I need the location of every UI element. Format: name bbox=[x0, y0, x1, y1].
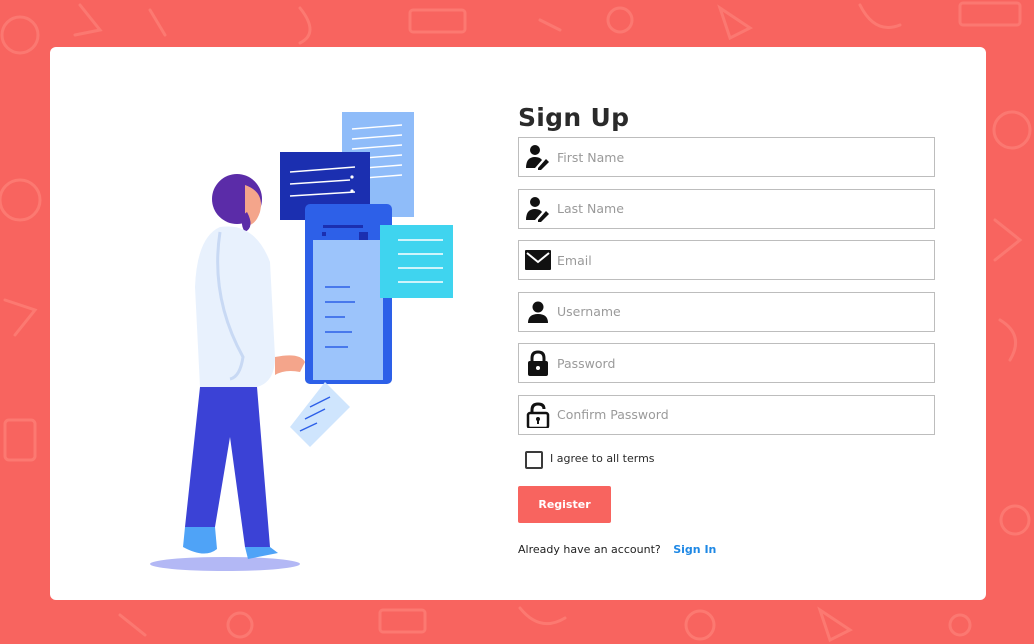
signin-row: Already have an account? Sign In bbox=[518, 543, 716, 556]
lock-icon bbox=[528, 350, 548, 376]
password-field bbox=[518, 343, 935, 383]
terms-label: I agree to all terms bbox=[550, 452, 655, 465]
email-field bbox=[518, 240, 935, 280]
signin-link[interactable]: Sign In bbox=[673, 543, 716, 556]
register-button[interactable]: Register bbox=[518, 486, 611, 523]
password-input[interactable] bbox=[557, 344, 927, 382]
unlock-icon bbox=[526, 401, 550, 428]
user-edit-icon bbox=[526, 145, 549, 170]
signup-card: Sign Up First Name Last Name Email Usern… bbox=[50, 47, 986, 600]
last-name-input[interactable] bbox=[557, 189, 927, 228]
email-input[interactable] bbox=[557, 241, 927, 279]
username-input[interactable] bbox=[557, 292, 927, 331]
first-name-input[interactable] bbox=[557, 138, 927, 176]
signup-illustration bbox=[150, 112, 453, 571]
username-field bbox=[518, 291, 935, 332]
terms-checkbox[interactable] bbox=[525, 451, 543, 469]
confirm-password-input[interactable] bbox=[557, 395, 927, 434]
signup-form: Sign Up First Name Last Name Email Usern… bbox=[518, 99, 936, 556]
account-prompt: Already have an account? bbox=[518, 543, 661, 556]
signup-title: Sign Up bbox=[518, 103, 630, 132]
user-icon bbox=[528, 301, 548, 323]
last-name-field bbox=[518, 188, 935, 229]
envelope-icon bbox=[525, 250, 551, 270]
user-edit-icon bbox=[526, 196, 549, 222]
confirm-password-field bbox=[518, 394, 935, 435]
first-name-field bbox=[518, 137, 935, 177]
terms-row: I agree to all terms bbox=[518, 446, 936, 472]
